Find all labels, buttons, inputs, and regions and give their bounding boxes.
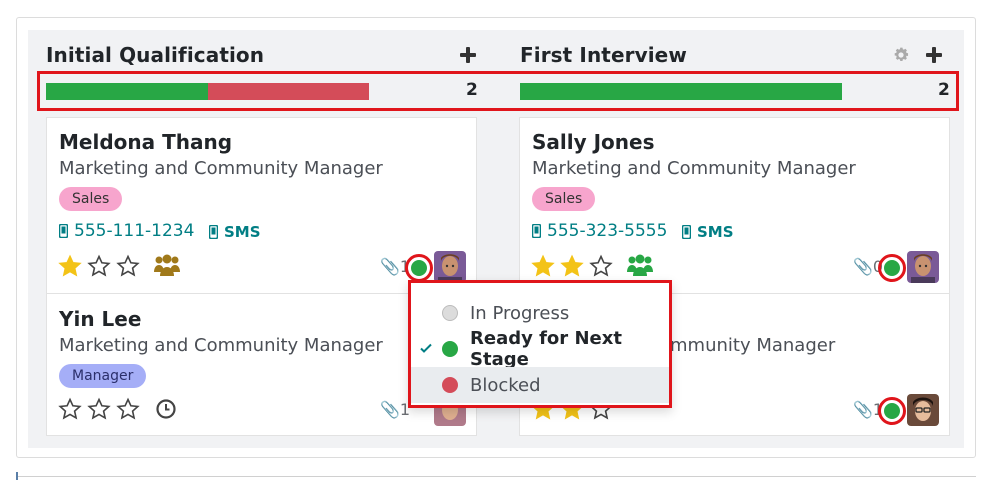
tag-badge: Manager <box>59 364 147 388</box>
clock-icon[interactable] <box>155 398 177 420</box>
progress-segment-blocked[interactable] <box>207 83 369 100</box>
column-header-first-interview: First Interview <box>520 40 687 70</box>
status-grey-dot <box>442 305 458 321</box>
column-actions <box>892 41 942 69</box>
gear-icon[interactable] <box>892 46 910 64</box>
people-icon[interactable] <box>153 254 181 278</box>
star-icon[interactable] <box>116 254 140 278</box>
check-icon <box>420 343 432 353</box>
status-dot[interactable] <box>411 260 427 276</box>
status-dropdown: In Progress Ready for Next Stage Blocked <box>408 280 672 408</box>
phone-number[interactable]: 555-323-5555 <box>547 221 667 241</box>
divider-accent <box>16 472 18 480</box>
job-title: Marketing and Community Manager <box>59 158 383 179</box>
progress-bar-first-interview[interactable] <box>520 83 842 100</box>
avatar[interactable] <box>907 394 939 426</box>
plus-icon[interactable] <box>926 47 942 63</box>
paperclip-icon: 📎 <box>380 257 400 276</box>
sms-button[interactable]: SMS <box>209 223 261 241</box>
applicant-name: Meldona Thang <box>59 130 233 154</box>
kanban-card[interactable]: Meldona Thang Marketing and Community Ma… <box>46 117 477 294</box>
mobile-icon <box>682 225 691 239</box>
progress-segment-ready[interactable] <box>520 83 842 100</box>
phone-link[interactable]: 555-111-1234 <box>59 221 194 241</box>
column-count: 2 <box>466 80 478 100</box>
applicant-name: Sally Jones <box>532 130 655 154</box>
paperclip-icon: 📎 <box>853 400 873 419</box>
status-option-blocked[interactable]: Blocked <box>411 367 669 403</box>
mobile-icon <box>59 224 68 238</box>
status-option-ready[interactable]: Ready for Next Stage <box>411 328 669 370</box>
phone-number[interactable]: 555-111-1234 <box>74 221 194 241</box>
divider <box>16 476 976 477</box>
plus-icon[interactable] <box>460 47 476 63</box>
mobile-icon <box>209 225 218 239</box>
column-actions <box>460 41 476 69</box>
column-title: First Interview <box>520 43 687 67</box>
priority-stars[interactable] <box>58 254 140 278</box>
job-title: Marketing and Community Manager <box>532 158 856 179</box>
sms-label[interactable]: SMS <box>224 223 261 241</box>
star-icon[interactable] <box>87 397 111 421</box>
star-icon[interactable] <box>87 254 111 278</box>
status-option-label: In Progress <box>470 302 570 324</box>
attachment-count[interactable]: 📎 1 <box>380 400 410 419</box>
avatar[interactable] <box>434 251 466 283</box>
status-option-label: Blocked <box>470 374 541 396</box>
star-icon[interactable] <box>58 254 82 278</box>
column-count: 2 <box>938 80 950 100</box>
job-title: mmunity Manager <box>670 335 836 356</box>
kanban-card[interactable]: Sally Jones Marketing and Community Mana… <box>519 117 950 294</box>
star-icon[interactable] <box>531 254 555 278</box>
column-title: Initial Qualification <box>46 43 265 67</box>
paperclip-icon: 📎 <box>853 257 873 276</box>
star-icon[interactable] <box>589 254 613 278</box>
sms-button[interactable]: SMS <box>682 223 734 241</box>
phone-link[interactable]: 555-323-5555 <box>532 221 667 241</box>
progress-segment-ready[interactable] <box>46 83 208 100</box>
status-dot[interactable] <box>884 260 900 276</box>
status-option-label: Ready for Next Stage <box>470 328 622 370</box>
paperclip-icon: 📎 <box>380 400 400 419</box>
status-option-in-progress[interactable]: In Progress <box>411 295 669 331</box>
applicant-name: Yin Lee <box>59 307 142 331</box>
avatar[interactable] <box>907 251 939 283</box>
star-icon[interactable] <box>560 254 584 278</box>
people-icon[interactable] <box>626 254 654 278</box>
status-red-dot <box>442 377 458 393</box>
star-icon[interactable] <box>116 397 140 421</box>
mobile-icon <box>532 224 541 238</box>
column-header-initial-qualification: Initial Qualification <box>46 40 264 70</box>
status-dot[interactable] <box>884 403 900 419</box>
tag-badge: Sales <box>532 187 596 211</box>
tag-badge: Sales <box>59 187 123 211</box>
priority-stars[interactable] <box>531 254 613 278</box>
job-title: Marketing and Community Manager <box>59 335 383 356</box>
status-green-dot <box>442 341 458 357</box>
star-icon[interactable] <box>58 397 82 421</box>
sms-label[interactable]: SMS <box>697 223 734 241</box>
progress-bar-initial-qualification[interactable] <box>46 83 369 100</box>
priority-stars[interactable] <box>58 397 140 421</box>
